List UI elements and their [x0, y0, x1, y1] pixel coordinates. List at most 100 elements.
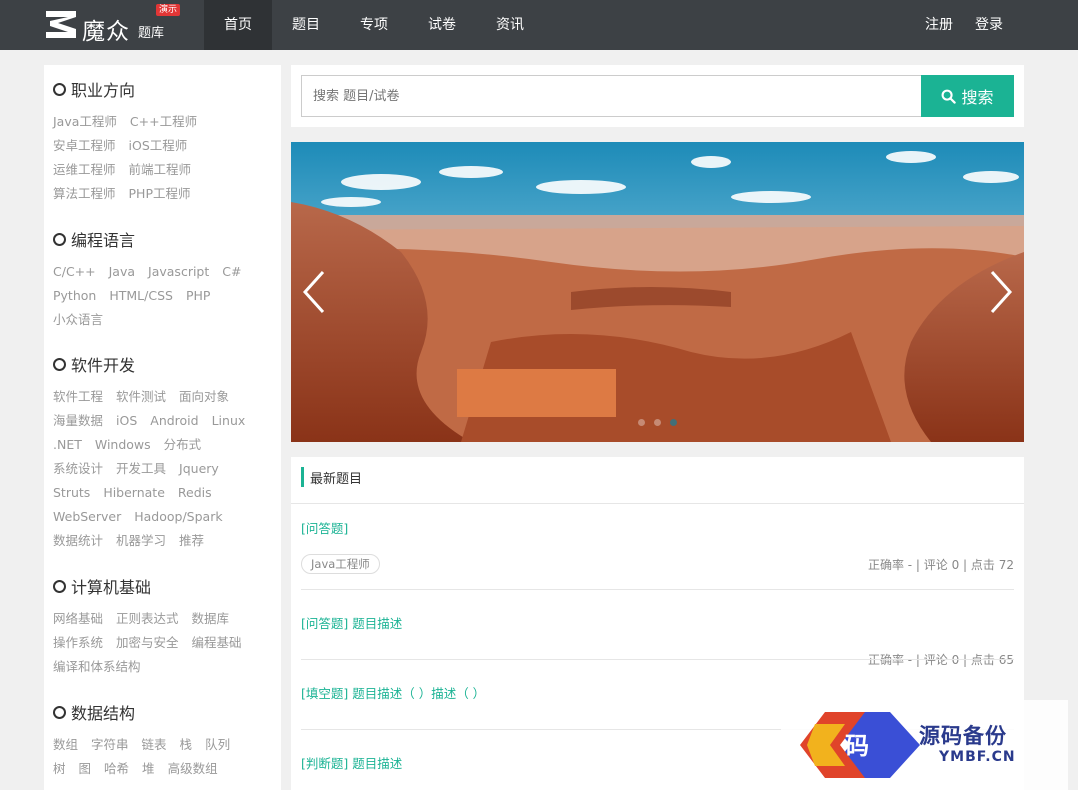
- category-link[interactable]: 前端工程师: [129, 158, 192, 182]
- category-link[interactable]: 加密与安全: [116, 631, 179, 655]
- banner-carousel[interactable]: [291, 142, 1024, 442]
- category-data-structures: 数据结构 数组 字符串 链表 栈 队列 树 图 哈希 堆 高级数组: [53, 702, 278, 781]
- category-cs-basics: 计算机基础 网络基础 正则表达式 数据库 操作系统 加密与安全 编程基础 编译和…: [53, 576, 278, 679]
- category-link[interactable]: 数据统计: [53, 529, 103, 553]
- category-link[interactable]: 系统设计: [53, 457, 103, 481]
- top-navbar: 魔众 题库 演示 首页 题目 专项 试卷 资讯 注册 登录: [0, 0, 1078, 50]
- category-link[interactable]: C#: [222, 260, 241, 284]
- category-link[interactable]: Javascript: [148, 260, 209, 284]
- category-title: 编程语言: [53, 229, 278, 250]
- category-links: Java工程师 C++工程师 安卓工程师 iOS工程师 运维工程师 前端工程师 …: [53, 110, 268, 206]
- search-input[interactable]: [301, 75, 922, 117]
- category-link[interactable]: iOS工程师: [129, 134, 188, 158]
- category-link[interactable]: 操作系统: [53, 631, 103, 655]
- category-link[interactable]: 字符串: [91, 733, 129, 757]
- chevron-left-icon[interactable]: [299, 268, 329, 316]
- category-link[interactable]: WebServer: [53, 505, 121, 529]
- chevron-right-icon[interactable]: [986, 268, 1016, 316]
- category-link[interactable]: Python: [53, 284, 96, 308]
- category-link[interactable]: 安卓工程师: [53, 134, 116, 158]
- category-link[interactable]: 队列: [205, 733, 230, 757]
- search-button[interactable]: 搜索: [921, 75, 1014, 117]
- category-link[interactable]: 正则表达式: [116, 607, 179, 631]
- nav-news[interactable]: 资讯: [476, 0, 544, 50]
- category-link[interactable]: 小众语言: [53, 308, 103, 332]
- accent-bar: [301, 467, 304, 487]
- watermark-subtext: YMBF.CN: [939, 749, 1016, 765]
- category-languages: 编程语言 C/C++ Java Javascript C# Python HTM…: [53, 229, 278, 332]
- category-link[interactable]: 软件工程: [53, 385, 103, 409]
- category-link[interactable]: Java: [109, 260, 135, 284]
- login-link[interactable]: 登录: [964, 0, 1014, 50]
- search-panel: 搜索: [291, 65, 1024, 127]
- category-link[interactable]: 推荐: [179, 529, 204, 553]
- nav-home[interactable]: 首页: [204, 0, 272, 50]
- category-link[interactable]: 分布式: [164, 433, 202, 457]
- category-links: 网络基础 正则表达式 数据库 操作系统 加密与安全 编程基础 编译和体系结构: [53, 607, 268, 679]
- category-link[interactable]: Linux: [212, 409, 246, 433]
- category-link[interactable]: 图: [79, 757, 92, 781]
- category-link[interactable]: C/C++: [53, 260, 96, 284]
- category-link[interactable]: 算法工程师: [53, 182, 116, 206]
- category-link[interactable]: Jquery: [179, 457, 219, 481]
- category-career: 职业方向 Java工程师 C++工程师 安卓工程师 iOS工程师 运维工程师 前…: [53, 79, 278, 206]
- category-link[interactable]: 哈希: [104, 757, 129, 781]
- category-link[interactable]: PHP工程师: [129, 182, 191, 206]
- divider: [301, 659, 1014, 660]
- category-link[interactable]: 网络基础: [53, 607, 103, 631]
- category-link[interactable]: PHP: [186, 284, 210, 308]
- category-link[interactable]: iOS: [116, 409, 137, 433]
- category-link[interactable]: 软件测试: [116, 385, 166, 409]
- category-link[interactable]: 栈: [180, 733, 193, 757]
- carousel-dot[interactable]: [654, 419, 661, 426]
- category-link[interactable]: Struts: [53, 481, 90, 505]
- category-link[interactable]: 高级数组: [168, 757, 218, 781]
- category-link[interactable]: 编程基础: [192, 631, 242, 655]
- category-link[interactable]: Redis: [178, 481, 212, 505]
- category-link[interactable]: 堆: [142, 757, 155, 781]
- nav-questions[interactable]: 题目: [272, 0, 340, 50]
- divider: [301, 589, 1014, 590]
- category-title: 数据结构: [53, 702, 278, 723]
- circle-icon: [53, 579, 66, 593]
- svg-text:码: 码: [845, 732, 869, 760]
- category-link[interactable]: 海量数据: [53, 409, 103, 433]
- category-link[interactable]: HTML/CSS: [109, 284, 173, 308]
- category-link[interactable]: 机器学习: [116, 529, 166, 553]
- category-link[interactable]: 树: [53, 757, 66, 781]
- logo-icon: [46, 11, 76, 38]
- question-title[interactable]: [问答题] 题目描述: [301, 613, 1014, 632]
- panel-title: 最新题目: [310, 472, 363, 487]
- nav-papers[interactable]: 试卷: [408, 0, 476, 50]
- category-link[interactable]: Hibernate: [103, 481, 165, 505]
- category-link[interactable]: 面向对象: [179, 385, 229, 409]
- question-tag[interactable]: Java工程师: [301, 554, 380, 574]
- category-title: 职业方向: [53, 79, 278, 100]
- question-title[interactable]: [问答题]: [301, 518, 1014, 537]
- category-link[interactable]: 开发工具: [116, 457, 166, 481]
- banner-caption: [457, 369, 616, 417]
- auth-nav: 注册 登录: [914, 0, 1014, 50]
- category-link[interactable]: 运维工程师: [53, 158, 116, 182]
- category-link[interactable]: C++工程师: [130, 110, 197, 134]
- category-link[interactable]: 链表: [142, 733, 167, 757]
- category-link[interactable]: 数据库: [192, 607, 230, 631]
- carousel-dot[interactable]: [638, 419, 645, 426]
- category-link[interactable]: Hadoop/Spark: [134, 505, 222, 529]
- category-link[interactable]: 数组: [53, 733, 78, 757]
- search-icon: [942, 89, 957, 104]
- category-link[interactable]: Java工程师: [53, 110, 117, 134]
- banner-image: [291, 142, 1024, 442]
- carousel-dot-active[interactable]: [670, 419, 677, 426]
- category-link[interactable]: .NET: [53, 433, 82, 457]
- site-logo[interactable]: 魔众 题库 演示: [44, 4, 204, 45]
- nav-topics[interactable]: 专项: [340, 0, 408, 50]
- category-link[interactable]: Android: [150, 409, 198, 433]
- category-link[interactable]: 编译和体系结构: [53, 655, 141, 679]
- category-link[interactable]: Windows: [95, 433, 151, 457]
- category-sidebar: 职业方向 Java工程师 C++工程师 安卓工程师 iOS工程师 运维工程师 前…: [44, 65, 281, 790]
- category-title: 软件开发: [53, 354, 278, 375]
- register-link[interactable]: 注册: [914, 0, 964, 50]
- watermark-text: 源码备份: [919, 724, 1007, 748]
- circle-icon: [53, 232, 66, 246]
